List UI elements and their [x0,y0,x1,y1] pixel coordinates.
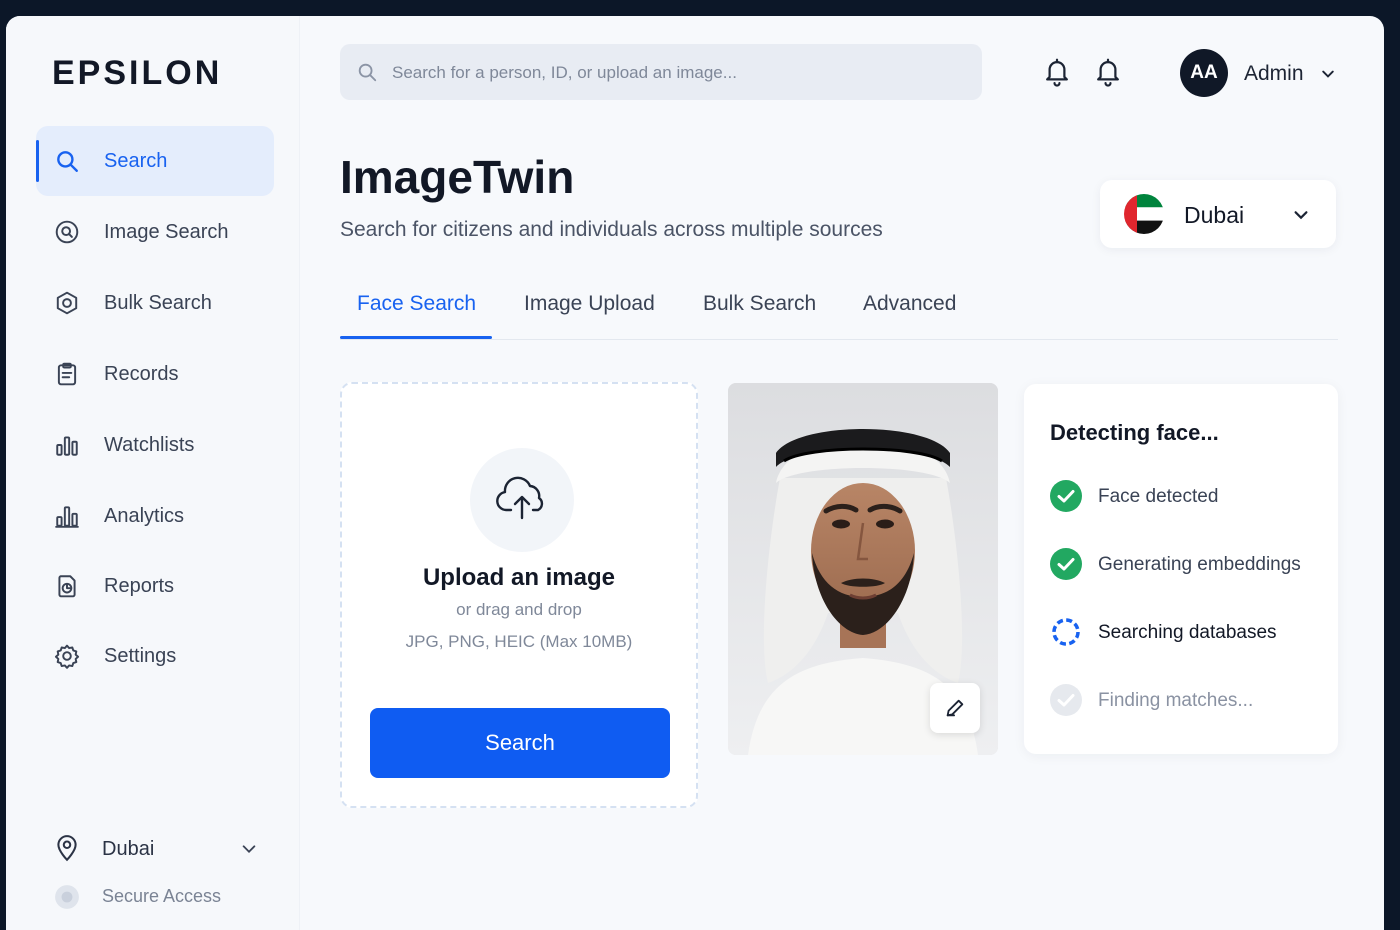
check-circle-icon [1050,548,1082,580]
upload-formats: JPG, PNG, HEIC (Max 10MB) [405,632,633,651]
status-step-face-detected: Face detected [1050,480,1330,514]
spinner-icon [1052,618,1080,646]
upload-icon-circle [470,448,574,552]
search-icon [358,63,377,82]
sidebar-item-reports[interactable]: Reports [36,551,274,621]
sidebar-item-label: Watchlists [104,434,195,456]
secure-access-label: Secure Access [102,886,222,906]
sidebar: EPSILON Search Image Search Bulk Search … [6,16,300,930]
reports-icon [58,575,76,598]
sidebar-item-label: Image Search [104,221,229,243]
analytics-icon [55,506,79,528]
bulk-search-icon [56,291,78,315]
chevron-down-icon [242,845,256,853]
gear-icon [54,644,80,669]
records-icon [57,362,77,386]
status-title: Detecting face... [1050,420,1219,445]
sidebar-item-label: Bulk Search [104,292,212,314]
tab-bulk-search[interactable]: Bulk Search [703,292,816,316]
sidebar-item-watchlists[interactable]: Watchlists [36,410,274,480]
status-step-embeddings: Generating embeddings [1050,548,1330,582]
search-placeholder: Search for a person, ID, or upload an im… [392,63,737,82]
image-search-icon [55,220,79,244]
active-tab-indicator [340,336,492,339]
tab-face-search[interactable]: Face Search [357,292,476,316]
shield-icon [55,885,79,909]
sidebar-item-image-search[interactable]: Image Search [36,197,274,267]
edit-photo-button[interactable] [930,683,980,733]
sidebar-item-settings[interactable]: Settings [36,621,274,691]
tab-advanced[interactable]: Advanced [863,292,956,316]
region-label: Dubai [1184,202,1245,228]
check-circle-icon [1050,480,1082,512]
brand-logo: EPSILON [52,54,223,92]
avatar[interactable]: AA [1180,49,1228,97]
tab-image-upload[interactable]: Image Upload [524,292,655,316]
global-search-input[interactable]: Search for a person, ID, or upload an im… [340,44,982,100]
upload-hint: or drag and drop [456,600,582,619]
bell-icon[interactable] [1042,56,1072,88]
status-step-label: Finding matches... [1098,690,1254,711]
map-pin-icon [57,835,77,862]
location-selector[interactable]: Dubai [50,828,270,868]
chevron-down-icon[interactable] [1320,66,1336,82]
search-button[interactable]: Search [370,708,670,778]
upload-title: Upload an image [422,564,616,591]
sidebar-item-label: Records [104,363,179,385]
region-select[interactable]: Dubai [1100,180,1336,248]
detection-status-panel: Detecting face... Face detected Generati… [1024,384,1338,754]
notifications-icon[interactable] [1093,56,1123,88]
watchlists-icon [56,436,78,456]
sidebar-item-label: Reports [104,575,175,597]
user-name[interactable]: Admin [1244,62,1304,86]
search-icon [57,151,78,172]
status-step-searching: Searching databases [1050,616,1330,650]
secure-access: Secure Access [50,878,270,914]
edit-icon [946,699,964,717]
check-circle-icon [1050,684,1082,716]
sidebar-item-label: Settings [104,645,177,667]
status-step-label: Generating embeddings [1098,554,1301,575]
page-title: ImageTwin [340,151,575,203]
cloud-upload-icon [496,476,544,520]
sidebar-item-search[interactable]: Search [36,126,274,196]
sidebar-item-records[interactable]: Records [36,339,274,409]
page-subtitle: Search for citizens and individuals acro… [340,218,883,241]
status-step-label: Face detected [1098,486,1219,507]
app-window: EPSILON Search Image Search Bulk Search … [6,16,1384,930]
chevron-down-icon [1294,211,1308,220]
status-step-label: Searching databases [1098,622,1277,643]
sidebar-item-label: Analytics [104,505,185,527]
location-label: Dubai [102,838,155,860]
search-tabs: Face Search Image Upload Bulk Search Adv… [340,282,1338,340]
sidebar-item-bulk-search[interactable]: Bulk Search [36,268,274,338]
status-step-finding-matches: Finding matches... [1050,684,1330,718]
sidebar-item-label: Search [104,150,168,172]
uae-flag-icon [1124,194,1164,234]
upload-dropzone[interactable]: Upload an image or drag and drop JPG, PN… [340,382,698,808]
uploaded-face-photo [728,383,998,755]
sidebar-item-analytics[interactable]: Analytics [36,481,274,551]
